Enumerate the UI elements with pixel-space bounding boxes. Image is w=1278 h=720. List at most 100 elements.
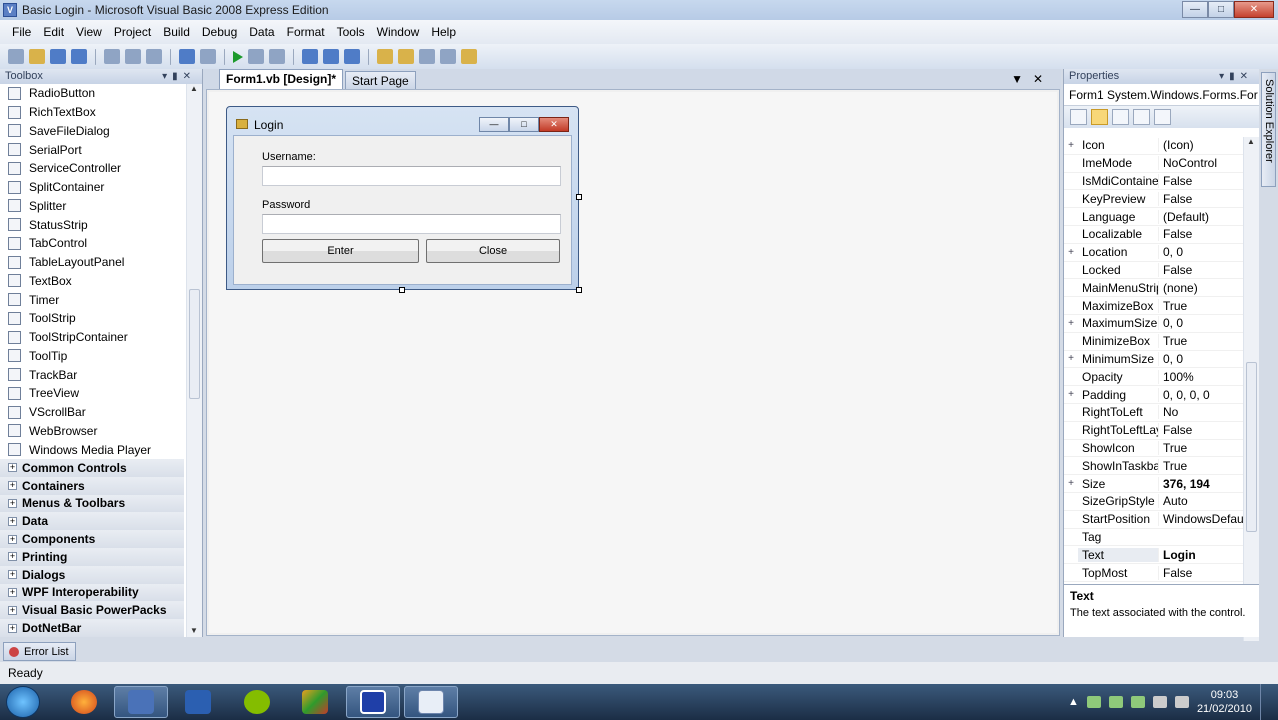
property-value[interactable]: (Icon)	[1158, 138, 1244, 153]
property-value[interactable]: (none)	[1158, 280, 1244, 295]
toolbox-category[interactable]: + Visual Basic PowerPacks	[0, 601, 184, 620]
property-row[interactable]: Tag	[1064, 529, 1244, 547]
paste-icon[interactable]	[146, 49, 162, 64]
property-value[interactable]: Login	[1158, 547, 1244, 562]
toolbox-item[interactable]: ToolStripContainer	[0, 328, 202, 347]
property-row[interactable]: RightToLeftLayoutFalse	[1064, 422, 1244, 440]
scroll-down-arrow-icon[interactable]: ▼	[190, 626, 198, 635]
menu-view[interactable]: View	[70, 25, 108, 39]
password-field[interactable]	[262, 214, 561, 234]
property-value[interactable]: True	[1158, 458, 1244, 473]
menu-project[interactable]: Project	[108, 25, 157, 39]
scroll-up-arrow-icon[interactable]: ▲	[190, 84, 198, 93]
tab-start-page[interactable]: Start Page	[345, 71, 416, 90]
minimize-button[interactable]: —	[1182, 1, 1208, 18]
property-row[interactable]: Language (Default)	[1064, 208, 1244, 226]
property-value[interactable]: False	[1158, 173, 1244, 188]
toolbox-item[interactable]: RadioButton	[0, 84, 202, 103]
login-close-button[interactable]: ✕	[539, 117, 569, 132]
property-value[interactable]: No	[1158, 405, 1244, 420]
property-value[interactable]: False	[1158, 227, 1244, 242]
property-row[interactable]: TopMost False	[1064, 564, 1244, 582]
resize-handle-bottom[interactable]	[399, 287, 405, 293]
scroll-thumb[interactable]	[189, 289, 200, 399]
property-row[interactable]: + MaximumSize 0, 0	[1064, 315, 1244, 333]
start-debugging-icon[interactable]	[233, 50, 243, 63]
clock[interactable]: 09:03 21/02/2010	[1197, 688, 1252, 716]
events-icon[interactable]	[1133, 109, 1150, 125]
menu-edit[interactable]: Edit	[37, 25, 70, 39]
menu-data[interactable]: Data	[243, 25, 280, 39]
property-value[interactable]: False	[1158, 262, 1244, 277]
menu-debug[interactable]: Debug	[196, 25, 243, 39]
expand-icon[interactable]: +	[1064, 140, 1078, 151]
property-value[interactable]: 0, 0, 0, 0	[1158, 387, 1244, 402]
property-value[interactable]: True	[1158, 298, 1244, 313]
menu-tools[interactable]: Tools	[331, 25, 371, 39]
resize-handle-corner[interactable]	[576, 287, 582, 293]
expand-icon[interactable]: +	[8, 587, 17, 597]
tray-expand-icon[interactable]: ▲	[1068, 696, 1079, 708]
taskbar-capture-app[interactable]	[346, 686, 400, 718]
tab-dropdown-close-icon[interactable]: ▼✕	[1011, 72, 1053, 86]
step-into-icon[interactable]	[302, 49, 318, 64]
security-tray-icon[interactable]	[1108, 696, 1123, 708]
menu-file[interactable]: File	[6, 25, 37, 39]
property-value[interactable]: False	[1158, 423, 1244, 438]
toolbox-item[interactable]: SplitContainer	[0, 178, 202, 197]
toolbox-category[interactable]: + Containers	[0, 476, 184, 495]
start-page-icon[interactable]	[461, 49, 477, 64]
property-row[interactable]: Text Login	[1064, 546, 1244, 565]
expand-icon[interactable]: +	[1064, 247, 1078, 258]
property-row[interactable]: + Icon (Icon)	[1064, 137, 1244, 155]
toolbox-scrollbar[interactable]: ▲ ▼	[186, 84, 202, 637]
property-row[interactable]: KeyPreview False	[1064, 190, 1244, 209]
property-value[interactable]: 0, 0	[1158, 351, 1244, 366]
property-value[interactable]: 0, 0	[1158, 245, 1244, 260]
property-value[interactable]: 0, 0	[1158, 316, 1244, 331]
expand-icon[interactable]: +	[8, 570, 17, 580]
toolbox-item[interactable]: TextBox	[0, 272, 202, 291]
toolbox-item[interactable]: TreeView	[0, 384, 202, 403]
save-all-icon[interactable]	[71, 49, 87, 64]
toolbox-category[interactable]: + DotNetBar	[0, 619, 184, 637]
expand-icon[interactable]: +	[8, 534, 17, 544]
menu-build[interactable]: Build	[157, 25, 196, 39]
toolbox-category[interactable]: + Data	[0, 512, 184, 531]
step-over-icon[interactable]	[323, 49, 339, 64]
pause-icon[interactable]	[248, 49, 264, 64]
property-row[interactable]: ShowInTaskbar True	[1064, 457, 1244, 476]
network-tray-icon[interactable]	[1086, 696, 1101, 708]
property-value[interactable]: NoControl	[1158, 156, 1244, 171]
property-row[interactable]: ImeMode NoControl	[1064, 155, 1244, 173]
property-row[interactable]: SizeGripStyle Auto	[1064, 493, 1244, 511]
alphabetical-icon[interactable]	[1091, 109, 1108, 125]
open-project-icon[interactable]	[29, 49, 45, 64]
property-row[interactable]: Opacity 100%	[1064, 368, 1244, 387]
taskbar-login-window[interactable]	[404, 686, 458, 718]
new-project-icon[interactable]	[8, 49, 24, 64]
property-value[interactable]: False	[1158, 565, 1244, 580]
save-icon[interactable]	[50, 49, 66, 64]
redo-icon[interactable]	[200, 49, 216, 64]
toolbox-item[interactable]: SerialPort	[0, 140, 202, 159]
toolbox-item[interactable]: ToolTip	[0, 347, 202, 366]
scroll-up-arrow-icon[interactable]: ▲	[1247, 137, 1255, 146]
toolbox-category[interactable]: + Menus & Toolbars	[0, 494, 184, 513]
toolbox-category[interactable]: + Dialogs	[0, 565, 184, 584]
toolbox-item[interactable]: VScrollBar	[0, 403, 202, 422]
taskbar-spotify[interactable]	[230, 686, 284, 718]
login-maximize-button[interactable]: □	[509, 117, 539, 132]
toolbox-icon[interactable]	[440, 49, 456, 64]
property-value[interactable]: True	[1158, 334, 1244, 349]
stop-icon[interactable]	[269, 49, 285, 64]
expand-icon[interactable]: +	[8, 481, 17, 491]
toolbox-category[interactable]: + WPF Interoperability	[0, 583, 184, 602]
toolbox-item[interactable]: StatusStrip	[0, 215, 202, 234]
copy-icon[interactable]	[125, 49, 141, 64]
toolbox-item[interactable]: TabControl	[0, 234, 202, 253]
properties-window-icon[interactable]	[398, 49, 414, 64]
toolbox-item[interactable]: TrackBar	[0, 365, 202, 384]
properties-icon[interactable]	[1112, 109, 1129, 125]
property-value[interactable]: WindowsDefault	[1158, 512, 1244, 527]
